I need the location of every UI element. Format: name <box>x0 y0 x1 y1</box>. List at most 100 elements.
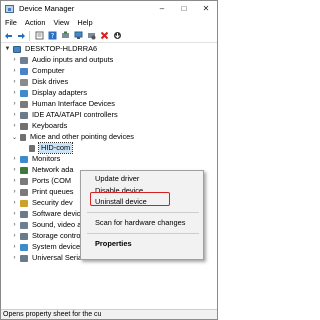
device-manager-window: Device Manager – □ ✕ File Action View He… <box>0 0 218 320</box>
properties-sheet-icon[interactable] <box>34 30 45 41</box>
tree-item-display-adapters[interactable]: › Display adapters <box>11 88 88 98</box>
collapse-chevron-icon[interactable]: ▼ <box>4 44 11 54</box>
tree-root[interactable]: ▼ DESKTOP-HLDRRA6 <box>4 44 98 54</box>
expand-chevron-icon[interactable]: › <box>11 110 18 120</box>
disable-device-icon[interactable] <box>86 30 97 41</box>
tree-item-audio[interactable]: › Audio inputs and outputs <box>11 55 114 65</box>
device-manager-icon <box>5 4 14 13</box>
tree-item-label: Ports (COM <box>32 176 72 185</box>
tree-item-label: Display adapters <box>32 88 88 97</box>
tree-item-disk-drives[interactable]: › Disk drives <box>11 77 69 87</box>
expand-chevron-icon[interactable]: › <box>11 121 18 131</box>
menu-file[interactable]: File <box>1 18 21 27</box>
expand-chevron-icon[interactable]: › <box>11 187 18 197</box>
sound-controller-icon <box>20 221 28 229</box>
window-controls: – □ ✕ <box>151 1 217 16</box>
tree-item-label: Computer <box>32 66 65 75</box>
tree-item-print-queues[interactable]: › Print queues <box>11 187 74 197</box>
speaker-icon <box>20 56 28 64</box>
tree-item-computer[interactable]: › Computer <box>11 66 65 76</box>
context-menu: Update driver Disable device Uninstall d… <box>80 170 204 260</box>
display-adapter-icon <box>20 89 28 97</box>
disk-drive-icon <box>20 78 28 86</box>
tree-item-label: Audio inputs and outputs <box>32 55 114 64</box>
scan-hardware-icon[interactable] <box>112 30 123 41</box>
port-icon <box>20 177 28 185</box>
expand-chevron-icon[interactable]: › <box>11 176 18 186</box>
monitor-icon <box>20 155 28 163</box>
svg-text:?: ? <box>51 32 55 40</box>
mouse-icon <box>29 144 35 152</box>
tree-item-mice[interactable]: ⌄ Mice and other pointing devices <box>11 132 134 142</box>
tree-item-label: HID-com <box>37 142 74 154</box>
tree-item-hid-compliant-mouse[interactable]: HID-com <box>27 142 74 154</box>
ide-controller-icon <box>20 111 28 119</box>
tree-item-ports[interactable]: › Ports (COM <box>11 176 72 186</box>
tree-item-label: Security dev <box>32 198 73 207</box>
tree-item-network[interactable]: › Network ada <box>11 165 74 175</box>
printer-icon <box>20 188 28 196</box>
expand-chevron-icon[interactable]: › <box>11 55 18 65</box>
tree-item-label: System devices <box>32 242 84 251</box>
network-adapter-icon <box>20 166 28 174</box>
tree-item-monitors[interactable]: › Monitors <box>11 154 61 164</box>
close-button[interactable]: ✕ <box>195 1 217 16</box>
tree-item-label: Mice and other pointing devices <box>30 132 134 141</box>
usb-icon <box>20 254 28 262</box>
expand-chevron-icon[interactable]: › <box>11 77 18 87</box>
expand-chevron-icon[interactable]: › <box>11 220 18 230</box>
tree-item-security[interactable]: › Security dev <box>11 198 73 208</box>
expand-chevron-icon[interactable]: › <box>11 154 18 164</box>
forward-arrow-icon[interactable] <box>16 30 27 41</box>
toolbar-separator <box>29 30 30 41</box>
expand-chevron-icon[interactable]: › <box>11 165 18 175</box>
expand-chevron-icon[interactable]: › <box>11 66 18 76</box>
computer-icon <box>13 45 21 53</box>
scan-hardware-menu-item[interactable]: Scan for hardware changes <box>81 217 203 228</box>
expand-chevron-icon[interactable]: › <box>11 88 18 98</box>
window-title: Device Manager <box>19 4 75 13</box>
expand-chevron-icon[interactable]: › <box>11 198 18 208</box>
title-bar[interactable]: Device Manager – □ ✕ <box>1 1 217 16</box>
expand-chevron-icon[interactable]: › <box>11 231 18 241</box>
tree-item-label: Human Interface Devices <box>32 99 115 108</box>
properties-menu-item[interactable]: Properties <box>81 238 203 249</box>
tree-root-label: DESKTOP-HLDRRA6 <box>25 44 98 53</box>
minimize-button[interactable]: – <box>151 1 173 16</box>
system-device-icon <box>20 243 28 251</box>
keyboard-icon <box>20 122 28 130</box>
expand-chevron-icon[interactable]: › <box>11 242 18 252</box>
toolbar: ? <box>1 29 217 43</box>
tree-item-label: Disk drives <box>32 77 69 86</box>
menu-bar: File Action View Help <box>1 16 217 28</box>
tree-item-label: Print queues <box>32 187 74 196</box>
status-bar: Opens property sheet for the cu <box>1 309 217 319</box>
computer-icon <box>20 67 28 75</box>
storage-controller-icon <box>20 232 28 240</box>
collapse-chevron-icon[interactable]: ⌄ <box>11 132 18 142</box>
menu-help[interactable]: Help <box>73 18 96 27</box>
tree-item-label: Monitors <box>32 154 61 163</box>
menu-separator <box>87 233 199 234</box>
expand-chevron-icon[interactable]: › <box>11 209 18 219</box>
back-arrow-icon[interactable] <box>3 30 14 41</box>
tree-item-label: IDE ATA/ATAPI controllers <box>32 110 118 119</box>
monitor-icon[interactable] <box>73 30 84 41</box>
tree-item-keyboards[interactable]: › Keyboards <box>11 121 68 131</box>
update-driver-icon[interactable] <box>60 30 71 41</box>
tree-item-system[interactable]: › System devices <box>11 242 84 252</box>
menu-action[interactable]: Action <box>21 18 50 27</box>
security-device-icon <box>20 199 28 207</box>
maximize-button[interactable]: □ <box>173 1 195 16</box>
software-device-icon <box>20 210 28 218</box>
uninstall-x-icon[interactable] <box>99 30 110 41</box>
help-icon[interactable]: ? <box>47 30 58 41</box>
tree-item-software[interactable]: › Software devices <box>11 209 89 219</box>
tree-item-hid[interactable]: › Human Interface Devices <box>11 99 115 109</box>
menu-view[interactable]: View <box>49 18 73 27</box>
menu-separator <box>87 212 199 213</box>
tree-item-ide[interactable]: › IDE ATA/ATAPI controllers <box>11 110 118 120</box>
update-driver-menu-item[interactable]: Update driver <box>81 173 203 184</box>
expand-chevron-icon[interactable]: › <box>11 99 18 109</box>
expand-chevron-icon[interactable]: › <box>11 253 18 263</box>
